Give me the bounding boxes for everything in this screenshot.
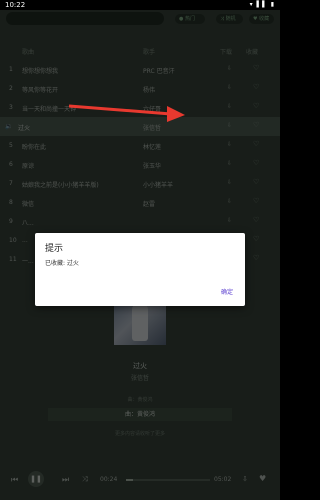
heart-icon[interactable]: ♡ (253, 159, 259, 167)
song-artist: 杨伟 (143, 87, 156, 94)
heart-icon[interactable]: ♡ (253, 254, 259, 262)
heart-icon[interactable]: ♡ (253, 83, 259, 91)
song-number: 8 (9, 199, 13, 206)
song-title: 等风你等花开 (22, 87, 59, 94)
status-icons: ▾ ▌▌ ▮ (249, 1, 275, 8)
music-app: ● 热门 ⤨ 随机 ♥ 收藏 歌曲 歌手 下载 收藏 1 想你想你想我 PRC 巴音… (0, 10, 280, 500)
current-time: 00:24 (100, 476, 118, 483)
shuffle-icon[interactable]: ⤨ (82, 475, 88, 484)
heart-icon[interactable]: ♡ (253, 64, 259, 72)
song-artist: PRC 巴音汗 (143, 68, 175, 75)
dialog-message: 已收藏: 过火 (45, 260, 79, 267)
heart-icon[interactable]: ♡ (253, 235, 259, 243)
song-artist: 张玉华 (143, 163, 162, 170)
lyric-previous: 曲：黄俊鸿 (127, 397, 153, 403)
heart-icon[interactable]: ♡ (253, 216, 259, 224)
fav-label: 收藏 (259, 16, 270, 22)
song-artist: 张信哲 (143, 125, 162, 132)
song-title: ... (22, 237, 28, 244)
heart-icon[interactable]: ♡ (253, 178, 259, 186)
download-icon[interactable]: ⇩ (227, 217, 232, 224)
song-row[interactable]: 8 微信 赵雷 ⇩ ♡ (0, 193, 280, 212)
download-icon[interactable]: ⇩ (227, 103, 232, 110)
song-artist: 林忆莲 (143, 144, 162, 151)
song-title: 盼你在此 (22, 144, 47, 151)
song-number: 3 (9, 104, 13, 111)
pause-icon[interactable]: ❚❚ (28, 471, 44, 487)
heart-icon[interactable]: ♡ (253, 102, 259, 110)
total-time: 05:02 (214, 476, 232, 483)
song-number: 2 (9, 85, 13, 92)
song-title: 原谅 (22, 163, 35, 170)
hot-button[interactable]: ● 热门 (175, 14, 205, 24)
header-song: 歌曲 (22, 49, 35, 56)
previous-icon[interactable]: ⏮ (11, 475, 18, 485)
download-icon[interactable]: ⇩ (227, 65, 232, 72)
progress-fill (126, 479, 133, 481)
download-icon[interactable]: ⇩ (227, 160, 232, 167)
song-title: 八... (22, 220, 34, 227)
song-row[interactable]: 6 原谅 张玉华 ⇩ ♡ (0, 155, 280, 174)
header-favorite: 收藏 (246, 49, 259, 56)
download-icon[interactable]: ⇩ (227, 122, 232, 129)
status-time: 10:22 (5, 1, 26, 9)
header-artist: 歌手 (143, 49, 156, 56)
header-download: 下载 (220, 49, 233, 56)
song-title: 微信 (22, 201, 35, 208)
favorite-icon[interactable]: ♥ (259, 474, 266, 483)
search-input[interactable] (10, 13, 160, 24)
heart-icon[interactable]: ♡ (253, 140, 259, 148)
alert-dialog: 提示 已收藏: 过火 确定 (35, 233, 245, 306)
song-row[interactable]: 1 想你想你想我 PRC 巴音汗 ⇩ ♡ (0, 60, 280, 79)
dialog-ok-button[interactable]: 确定 (221, 287, 233, 296)
download-icon[interactable]: ⇩ (227, 84, 232, 91)
heart-icon[interactable]: ♡ (253, 197, 259, 205)
status-bar: 10:22 ▾ ▌▌ ▮ (0, 0, 280, 10)
download-icon[interactable]: ⇩ (227, 198, 232, 205)
song-title: 一... (22, 258, 34, 265)
next-icon[interactable]: ⏭ (62, 475, 69, 485)
download-icon[interactable]: ⇩ (242, 475, 248, 483)
search-box[interactable] (6, 12, 164, 25)
progress-slider[interactable] (126, 479, 210, 481)
song-row[interactable]: 2 等风你等花开 杨伟 ⇩ ♡ (0, 79, 280, 98)
now-playing-artist: 张信哲 (130, 375, 149, 382)
song-title: 想你想你想我 (22, 68, 59, 75)
song-list-header: 歌曲 歌手 下载 收藏 (0, 44, 280, 58)
cover-figure (132, 303, 148, 341)
lyric-next: 更多内容请收听了更多 (114, 431, 165, 437)
song-title: 过火 (18, 125, 31, 132)
lyric-current: 曲：黄俊鸿 (48, 408, 232, 421)
song-number: 6 (9, 161, 13, 168)
heart-icon[interactable]: ♡ (253, 121, 259, 129)
download-icon[interactable]: ⇩ (227, 141, 232, 148)
song-number: 9 (9, 218, 13, 225)
player-bar: ⏮ ❚❚ ⏭ ⤨ 00:24 05:02 ⇩ ♥ (0, 468, 280, 500)
song-number: 11 (9, 256, 17, 263)
top-bar: ● 热门 ⤨ 随机 ♥ 收藏 (0, 10, 280, 28)
song-row[interactable]: 7 姑娘我之前是(小小猪羊羊版) 小小猪羊羊 ⇩ ♡ (0, 174, 280, 193)
song-number: 7 (9, 180, 13, 187)
annotation-arrow (68, 104, 185, 122)
song-number: 10 (9, 237, 17, 244)
dialog-title: 提示 (45, 244, 64, 254)
song-title: 姑娘我之前是(小小猪羊羊版) (22, 182, 99, 189)
song-row[interactable]: 9 八... ⇩ ♡ (0, 212, 280, 231)
hot-label: 热门 (184, 16, 195, 22)
song-number: 1 (9, 66, 13, 73)
download-icon[interactable]: ⇩ (227, 179, 232, 186)
random-label: 随机 (225, 16, 236, 22)
now-playing-title: 过火 (133, 362, 147, 370)
speaker-icon: 🔉 (5, 123, 13, 130)
song-number: 5 (9, 142, 13, 149)
song-row[interactable]: 5 盼你在此 林忆莲 ⇩ ♡ (0, 136, 280, 155)
song-artist: 小小猪羊羊 (143, 182, 174, 189)
random-button[interactable]: ⤨ 随机 (216, 14, 243, 24)
song-artist: 赵雷 (143, 201, 156, 208)
favorites-button[interactable]: ♥ 收藏 (249, 14, 274, 24)
